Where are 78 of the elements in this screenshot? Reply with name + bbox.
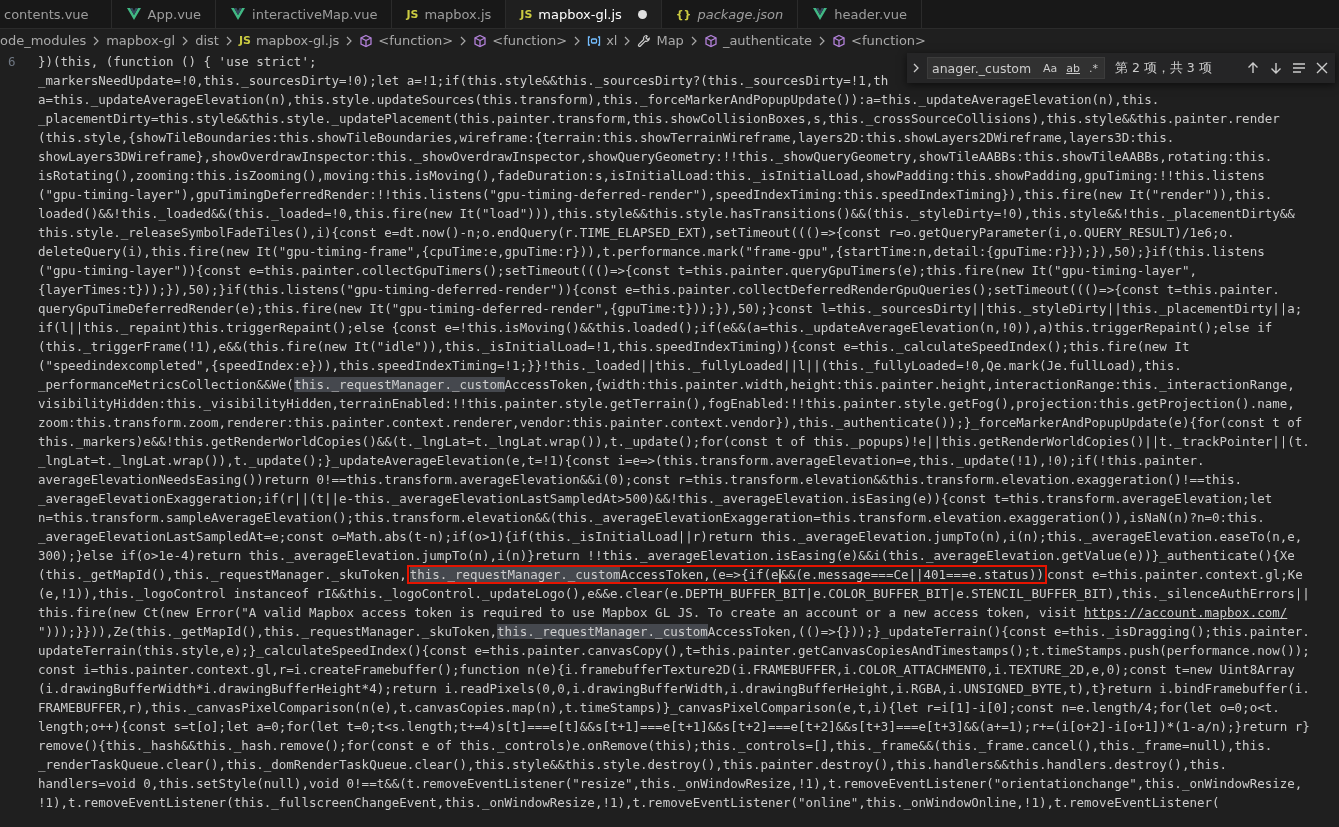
variable-icon bbox=[587, 33, 602, 48]
code-line: ("gpu-timing-layer"),gpuTimingDeferredRender:!!this.listens("gpu-timing-deferred-render"),speedIndexTiming:this.speedIndexTiming}),this.fire(new It("render")),this. bbox=[38, 186, 1273, 204]
breadcrumb-item[interactable]: mapbox-gl.js bbox=[255, 33, 340, 48]
code-line: !1),t.removeEventListener(this._fullscreenChangeEvent,this._onWindowResize,!1),t.removeEventListener("online",this._onWindowOnline,!1),t.removeEventListener( bbox=[38, 794, 1220, 812]
breadcrumb-item[interactable]: _authenticate bbox=[722, 33, 813, 48]
code-line: (this.style,{showTileBoundaries:this.showTileBoundaries,wireframe:{terrain:this.showTerrainWireframe,layers2D:this.showLayers2DWireframe,layers3D:this. bbox=[38, 129, 1175, 147]
cube-icon bbox=[832, 33, 847, 48]
code-line: _renderTaskQueue.clear(),this._domRenderTaskQueue.clear(),this.style&&this.style.destroy(),this.painter.destroy(),this.handlers&&this.handlers.destroy(),this. bbox=[38, 756, 1228, 774]
code-line: this.style._releaseSymbolFadeTiles(),i){const e=dt.now()-n;o.endQuery(r.TIME_ELAPSED_EXT),setTimeout((()=>{const r=o.getQueryParameter(i,o.QUERY_RESULT)/1e6;o. bbox=[38, 224, 1235, 242]
code-line: _lngLat=t._lngLat.wrap()),t._update();}_updateAverageElevation(e,t=!1){const i=e=>(this.transform.averageElevation=e,this._update(!1),!0);if(!this.painter. bbox=[38, 452, 1205, 470]
lines-icon[interactable] bbox=[1292, 61, 1306, 75]
breadcrumb-item[interactable]: <function> bbox=[492, 33, 568, 48]
whole-word-toggle[interactable]: ab bbox=[1063, 60, 1083, 76]
code-line: FRAMEBUFFER,r),this._canvasPixelComparison(n(e),t.canvasCopies.map(n),t.timeStamps)}_canvasPixelComparison(e,t,i){let r=i[1]-i[0];const n=e.length/4;for(let o=0;o<t. bbox=[38, 699, 1280, 717]
cube-icon bbox=[359, 33, 374, 48]
code-line: _averageElevationExaggeration;if(r||(t||e-this._averageElevationLastSampledAt>500)&&!this._averageElevation.isEasing(e)){const t=this.transform.averageElevation;let bbox=[38, 490, 1273, 508]
code-text: (this._getMapId(),this._requestManager._skuToken, bbox=[38, 567, 407, 582]
code-line: _averageElevationLastSampledAt=e;const o=Math.abs(t-n);if(o>1){if(this._isInitialLoad||r)return this._averageElevation.jumpTo(n),i(n);this._averageElevation.easeTo(n,e, bbox=[38, 528, 1303, 546]
breadcrumb-item[interactable]: mapbox-gl bbox=[106, 33, 176, 48]
vue-icon bbox=[125, 6, 142, 22]
breadcrumb-item[interactable]: dist bbox=[195, 33, 219, 48]
close-icon[interactable] bbox=[1315, 61, 1329, 75]
arrow-up-icon[interactable] bbox=[1246, 61, 1260, 75]
code-line: queryGpuTimeDeferredRender(e);this.fire(new It("gpu-timing-deferred-render",{gpuTime:t}));}),50);}const l=this._sourcesDirty||this._styleDirty||this._placementDirty||a; bbox=[38, 300, 1303, 318]
code-line: if(l||this._repaint)this.triggerRepaint();else {const e=!this.isMoving()&&this.loaded();if(e&&(a=this._updateAverageElevation(n,!0)),a)this.triggerRepaint();else if bbox=[38, 319, 1273, 337]
code-line: (this._triggerFrame(!1),e&&(this.fire(new It("idle")),this._isInitialLoad=!1,this.speedIndexTiming)){const e=this._calculateSpeedIndex();this.fire(new It bbox=[38, 338, 1190, 356]
code-line: this._markers)e&&!this.getRenderWorldCopies()&&(t._lngLat=t._lngLat.wrap()),t._update();for(const t of this._popups)!e||this.getRenderWorldCopies()||t._trackPointer||(t. bbox=[38, 433, 1310, 451]
code-line: {layerTimes:t}));}),50);}if(this.listens("gpu-timing-deferred-render")){const e=this.painter.collectDeferredRenderGpuQueries();setTimeout((()=>{const t=this.painter. bbox=[38, 281, 1280, 299]
breadcrumb-item[interactable]: Map bbox=[656, 33, 684, 48]
code-line: ("gpu-timing-layer")){const e=this.painter.collectGpuTimers();setTimeout((()=>{const t=this.painter.queryGpuTimers(e);this.fire(new It("gpu-timing-layer", bbox=[38, 262, 1197, 280]
cube-icon bbox=[473, 33, 488, 48]
chevron-icon[interactable] bbox=[911, 62, 921, 74]
code-line: ")));}})),Ze(this._getMapId(),this._requestManager._skuToken,this._requestManager._customAccessToken,(()=>{}));}_updateTerrain(){const e=this._isDragging();this.painter. bbox=[38, 623, 1310, 641]
breadcrumb-item[interactable]: <function> bbox=[851, 33, 926, 48]
editor-tab[interactable]: JS mapbox-gl.js bbox=[506, 0, 662, 28]
breadcrumb-item[interactable]: ode_modules bbox=[0, 33, 87, 48]
regex-toggle[interactable]: .* bbox=[1086, 60, 1101, 76]
code-line: a=this._updateAverageElevation(n),this.style.updateSources(this.transform),this._forceMarkerAndPopupUpdate()):a=this._updateAverageElevation(n),this. bbox=[38, 91, 1160, 109]
breadcrumb-item[interactable]: <function> bbox=[378, 33, 454, 48]
code-line: showLayers3DWireframe},showOverdrawInspector:this._showOverdrawInspector,showQueryGeometry:!!this._showQueryGeometry,showTileAABBs:this.showTileAABBs,rotating:this. bbox=[38, 148, 1273, 166]
code-line: (e,!1)),this._logoControl instanceof rI&&this._logoControl._updateLogo(),e&&e.clear(e.DEPTH_BUFFER_BIT|e.COLOR_BUFFER_BIT|e.STENCIL_BUFFER_BIT),this._silenceAuthErrors|| bbox=[38, 585, 1310, 603]
code-line: zoom:this.transform.zoom,renderer:this.painter.context.renderer,vendor:this.painter.context.vendor}),this._authenticate());}_forceMarkerAndPopupUpdate(e){for(const t of bbox=[38, 414, 1303, 432]
code-line: isRotating(),zooming:this.isZooming(),moving:this.isMoving(),fadeDuration:s,isInitialLoad:this._isInitialLoad,showPadding:this.showPadding,gpuTiming:!!this.listens bbox=[38, 167, 1265, 185]
wrench-icon bbox=[637, 33, 652, 48]
link[interactable]: https://account.mapbox.com/ bbox=[1084, 605, 1288, 620]
code-line: _placementDirty=this.style&&this.style._updatePlacement(this.painter.transform,this.showCollisionBoxes,s,this._crossSourceCollisions),this.style&&this.painter.render bbox=[38, 110, 1280, 128]
code-line: visibilityHidden:this._visibilityHidden,terrainEnabled:!!this.painter.style.getTerrain(),fogEnabled:!!this.painter.style.getFog(),projection:this.getProjection().name, bbox=[38, 395, 1295, 413]
arrow-down-icon[interactable] bbox=[1269, 61, 1283, 75]
vue-icon bbox=[812, 6, 829, 22]
match-count: 第 2 项，共 3 项 bbox=[1114, 59, 1213, 77]
braces-icon: {} bbox=[675, 7, 692, 21]
code-line: loaded()&&!this._loaded&&(this._loaded=!0,this.fire(new It("load"))),this.style&&this.style.hasTransitions()&&(this._styleDirty=!0),this.style&&!this._placementDirty&& bbox=[38, 205, 1295, 223]
code-line: n=this.transform.sampleAverageElevation();this.transform.elevation&&(this._averageElevationExaggeration=this.transform.elevation.exaggeration()),isNaN(n)?n=0:this. bbox=[38, 509, 1265, 527]
code-text: const e=this.painter.context.gl;Ke bbox=[1046, 567, 1303, 582]
code-line: averageElevationNeedsEasing())return 0!==this.transform.averageElevation&&i(0);const r=this.transform.elevation&&this.transform.elevation.exaggeration()!==this. bbox=[38, 471, 1243, 489]
code-line: deleteQuery(i),this.fire(new It("gpu-timing-frame",{cpuTime:e,gpuTime:r})),t.performance.mark("frame-gpu",{startTime:n,detail:{gpuTime:r}});}),50);}if(this.listens bbox=[38, 243, 1265, 261]
code-line: const i=this.painter.context.gl,r=i.createFramebuffer();function n(e){i.framebufferTexture2D(i.FRAMEBUFFER,i.COLOR_ATTACHMENT0,i.TEXTURE_2D,e,0);const t=new Uint8Array bbox=[38, 661, 1295, 679]
vue-icon bbox=[230, 6, 247, 22]
annotation-box: this._requestManager._customAccessToken,(e=>{if(e &&(e.message===Ce||401===e.status)) bbox=[406, 565, 1047, 584]
code-line: ("speedindexcompleted",{speedIndex:e})),this.speedIndexTiming=!1;}}!this._loaded||this._fullyLoaded||l||(this._fullyLoaded=!0,Qe.mark(Je.fullLoad),this. bbox=[38, 357, 1182, 375]
code-line: length;o++){const s=t[o];let a=0;for(let t=0;t<s.length;t+=4)s[t]===e[t]&&s[t+1]===e[t+1]&&s[t+2]===e[t+2]&&s[t+3]===e[t+3]&&(a+=1);r+=(i[o+2]-i[o+1])*(1-a/n);}return r} bbox=[38, 718, 1310, 736]
cube-icon bbox=[703, 33, 718, 48]
code-line: handlers=void 0,this.setStyle(null),void 0!==t&&(t.removeEventListener("resize",this._onWindowResize,!1),t.removeEventListener("orientationchange",this._onWindowResize, bbox=[38, 775, 1303, 793]
code-line: (i.drawingBufferWidth*i.drawingBufferHeight*4);return i.readPixels(0,0,i.drawingBufferWidth,i.drawingBufferHeight,i.RGBA,i.UNSIGNED_BYTE,t),t}return i.bindFramebuffer(i. bbox=[38, 680, 1310, 698]
code-line: 300);}else if(o>1e-4)return this._averageElevation.jumpTo(n),i(n)}return !!this._averageElevation.isEasing(e)&&i(this._averageElevation.getValue(e))}_authenticate(){Xe bbox=[38, 547, 1295, 565]
breadcrumb-item[interactable]: xl bbox=[606, 33, 618, 48]
code-line: updateTerrain(this.style,e);}_calculateSpeedIndex(){const e=this.painter.canvasCopy(),t=this.painter.getCanvasCopiesAndTimestamps();t.timeStamps.push(performance.now()); bbox=[38, 642, 1310, 660]
code-line: this.fire(new Ct(new Error("A valid Mapbox access token is required to use Mapbox GL JS. To create an account or a new access token, visit https://account.mapbox.com/ bbox=[38, 604, 1288, 622]
code-line: })(this, (function () { 'use strict'; bbox=[38, 53, 317, 71]
js-icon: JS bbox=[238, 34, 251, 47]
find-field[interactable]: anager._custom Aa ab .* bbox=[927, 57, 1105, 79]
js-icon: JS bbox=[406, 7, 419, 21]
js-icon: JS bbox=[520, 7, 533, 21]
line-number: 6 bbox=[8, 53, 16, 71]
code-line: _markersNeedUpdate=!0,this._sourcesDirty=!0);let a=!1;if(this.style&&this._sourcesDirty?(this._sourcesDirty=!1,th bbox=[38, 72, 889, 90]
code-line: _performanceMetricsCollection&&We(this._requestManager._customAccessToken,{width:this.painter.width,height:this.painter.height,interactionRange:this._interactionRange, bbox=[38, 376, 1295, 394]
match-case-toggle[interactable]: Aa bbox=[1040, 60, 1061, 76]
code-line: remove(){this._hash&&this._hash.remove();for(const e of this._controls)e.onRemove(this);this._controls=[],this._frame&&(this._frame.cancel(),this._frame=null),this. bbox=[38, 737, 1273, 755]
